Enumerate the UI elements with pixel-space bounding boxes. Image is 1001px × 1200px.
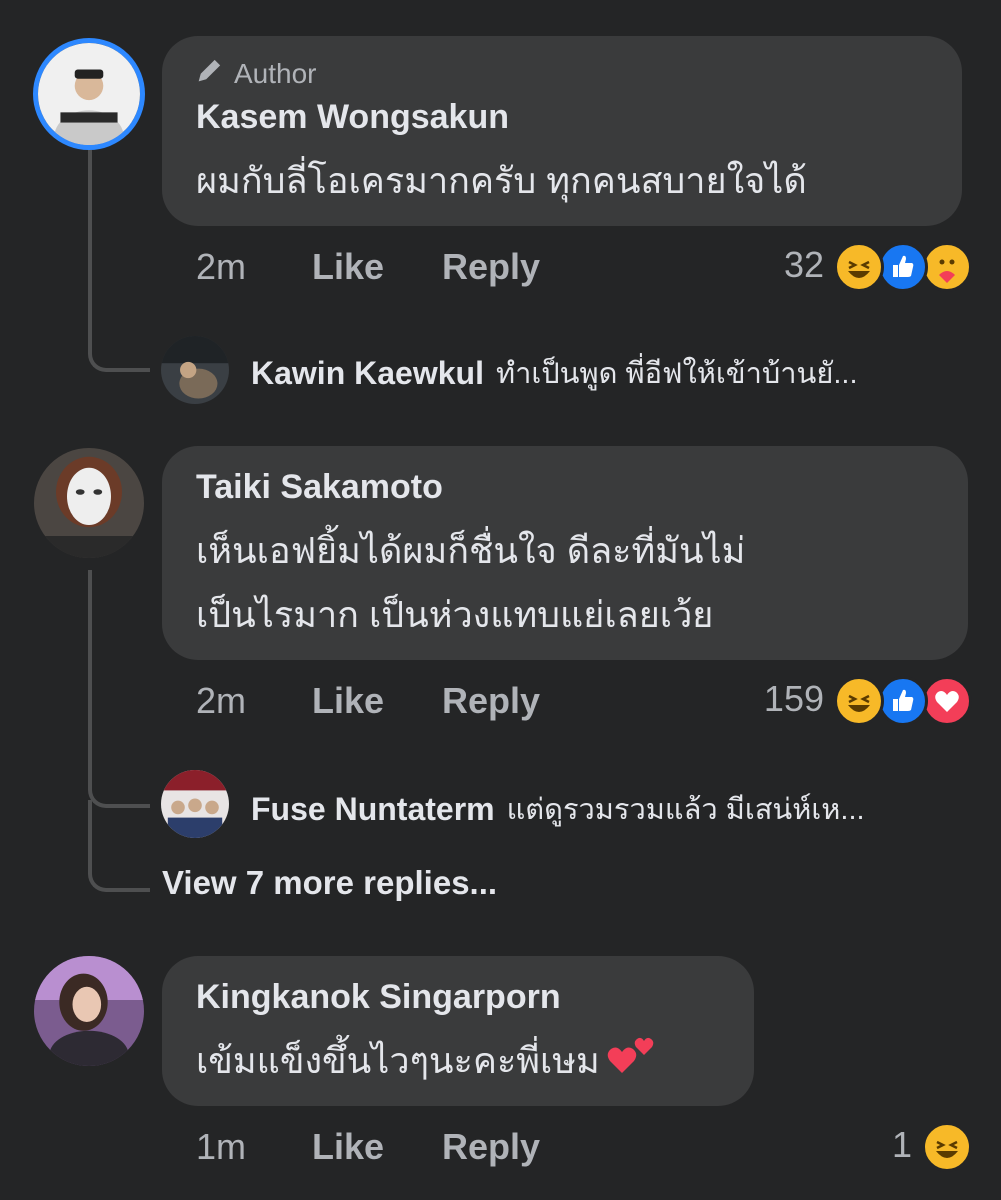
like-button[interactable]: Like: [312, 680, 384, 722]
avatar[interactable]: [34, 956, 144, 1066]
reaction-count[interactable]: 159: [722, 678, 824, 720]
avatar[interactable]: [34, 448, 144, 558]
reply-button[interactable]: Reply: [442, 246, 540, 288]
reply-preview[interactable]: Fuse Nuntaterm แต่ดูรวมรวมแล้ว มีเสน่ห์เ…: [251, 786, 865, 832]
comment-text: เห็นเอฟยิ้มได้ผมก็ชื่นใจ ดีละที่มันไม่: [196, 530, 746, 571]
reply-author-name[interactable]: Fuse Nuntaterm: [251, 791, 495, 828]
pencil-icon: [196, 56, 224, 91]
author-label: Author: [234, 57, 317, 89]
comment-text: เป็นไรมาก เป็นห่วงแทบแย่เลยเว้ย: [196, 594, 714, 635]
haha-icon[interactable]: [834, 676, 884, 726]
thread-line: [88, 150, 150, 372]
reply-text: แต่ดูรวมรวมแล้ว มีเสน่ห์เห...: [506, 794, 865, 826]
avatar[interactable]: [161, 336, 229, 404]
commenter-name[interactable]: Taiki Sakamoto: [196, 468, 443, 507]
avatar[interactable]: [161, 770, 229, 838]
care-icon[interactable]: [922, 242, 972, 292]
comment-text-content: เข้มแข็งขึ้นไวๆนะคะพี่เษม: [196, 1040, 600, 1081]
love-icon[interactable]: [922, 676, 972, 726]
author-badge: Author: [196, 56, 317, 91]
like-button[interactable]: Like: [312, 246, 384, 288]
reply-button[interactable]: Reply: [442, 1126, 540, 1168]
commenter-name[interactable]: Kasem Wongsakun: [196, 98, 509, 137]
reaction-count[interactable]: 1: [820, 1124, 912, 1166]
reply-button[interactable]: Reply: [442, 680, 540, 722]
haha-icon[interactable]: [922, 1122, 972, 1172]
comment-time[interactable]: 2m: [196, 680, 246, 722]
thread-line: [88, 800, 150, 892]
thread-line: [88, 570, 150, 808]
comment-text: ผมกับลี่โอเครมากครับ ทุกคนสบายใจได้: [196, 160, 807, 201]
reply-text: ทำเป็นพูด พี่อีฟให้เข้าบ้านยั...: [495, 358, 858, 390]
comment-time[interactable]: 1m: [196, 1126, 246, 1168]
like-button[interactable]: Like: [312, 1126, 384, 1168]
reaction-count[interactable]: 32: [740, 244, 824, 286]
reply-preview[interactable]: Kawin Kaewkul ทำเป็นพูด พี่อีฟให้เข้าบ้า…: [251, 350, 858, 396]
like-icon[interactable]: [878, 242, 928, 292]
reply-author-name[interactable]: Kawin Kaewkul: [251, 355, 484, 392]
commenter-name[interactable]: Kingkanok Singarporn: [196, 978, 561, 1017]
haha-icon[interactable]: [834, 242, 884, 292]
view-more-replies-link[interactable]: View 7 more replies...: [162, 864, 497, 902]
comment-time[interactable]: 2m: [196, 246, 246, 288]
two-hearts-icon: [602, 1031, 662, 1096]
comment-text: เข้มแข็งขึ้นไวๆนะคะพี่เษม: [196, 1030, 662, 1096]
like-icon[interactable]: [878, 676, 928, 726]
avatar[interactable]: [33, 38, 145, 150]
